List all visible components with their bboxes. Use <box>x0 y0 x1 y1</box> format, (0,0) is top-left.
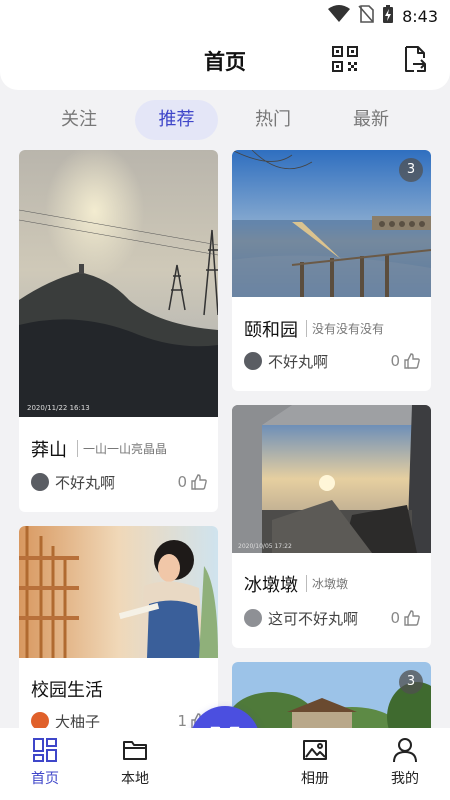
post-image <box>19 526 218 658</box>
post-subtitle <box>105 680 111 696</box>
like-count: 0 <box>177 473 187 491</box>
share-export-icon[interactable] <box>400 44 430 74</box>
post-title: 颐和园 <box>244 320 298 341</box>
nav-mine[interactable]: 我的 <box>370 736 440 788</box>
nav-label: 首页 <box>31 771 59 787</box>
tab-hot[interactable]: 热门 <box>238 100 308 140</box>
post-card[interactable]: 2020/10/05 17:22 冰墩墩 冰墩墩 这可不好丸啊 0 <box>232 405 431 648</box>
battery-charging-icon <box>382 4 394 28</box>
tab-recommend[interactable]: 推荐 <box>135 100 218 140</box>
avatar[interactable] <box>244 352 262 370</box>
post-image: 3 <box>232 150 431 297</box>
author-name[interactable]: 这可不好丸啊 <box>268 608 390 629</box>
post-image: 2020/10/05 17:22 <box>232 405 431 553</box>
photo-album-icon <box>303 740 327 760</box>
author-name[interactable]: 不好丸啊 <box>55 472 177 493</box>
post-card[interactable]: 3 颐和园 没有没有没有 不好丸啊 0 <box>232 150 431 391</box>
person-icon <box>393 738 417 763</box>
thumb-up-icon <box>404 353 420 369</box>
photo-timestamp: 2020/10/05 17:22 <box>238 543 292 550</box>
post-card[interactable]: 校园生活 大柚子 1 <box>19 526 218 746</box>
avatar[interactable] <box>31 473 49 491</box>
like-count: 0 <box>390 609 400 627</box>
author-row: 不好丸啊 0 <box>31 471 208 493</box>
tab-latest[interactable]: 最新 <box>336 100 406 140</box>
post-subtitle: 没有没有没有 <box>306 320 384 337</box>
qr-code-icon[interactable] <box>330 44 360 74</box>
nav-label: 我的 <box>391 771 419 787</box>
like-button[interactable]: 0 <box>390 609 421 627</box>
status-time: 8:43 <box>402 6 438 26</box>
nav-label: 本地 <box>121 771 149 787</box>
like-button[interactable]: 0 <box>177 473 208 491</box>
top-app-bar: 首页 <box>0 30 450 90</box>
folder-icon <box>123 741 147 760</box>
status-bar: 8:43 <box>0 0 450 30</box>
no-sim-icon <box>358 5 374 27</box>
wifi-icon <box>328 5 351 27</box>
thumb-up-icon <box>404 610 420 626</box>
like-count: 0 <box>390 352 400 370</box>
image-count-badge: 3 <box>399 670 423 694</box>
nav-local[interactable]: 本地 <box>100 736 170 788</box>
post-card[interactable]: 2020/11/22 16:13 莽山 一山一山亮晶晶 不好丸啊 0 <box>19 150 218 512</box>
nav-home[interactable]: 首页 <box>10 736 80 788</box>
bottom-navigation: 首页 本地 相册 我的 <box>0 728 450 800</box>
category-tabs: 关注 推荐 热门 最新 <box>0 98 450 142</box>
post-title: 校园生活 <box>31 680 103 701</box>
post-subtitle: 冰墩墩 <box>306 575 348 592</box>
author-name[interactable]: 不好丸啊 <box>268 351 390 372</box>
nav-label: 相册 <box>301 771 329 787</box>
avatar[interactable] <box>244 609 262 627</box>
home-grid-icon <box>33 738 57 762</box>
author-row: 这可不好丸啊 0 <box>244 607 421 629</box>
post-image: 2020/11/22 16:13 <box>19 150 218 417</box>
page-title: 首页 <box>204 50 246 74</box>
nav-album[interactable]: 相册 <box>280 736 350 788</box>
like-button[interactable]: 0 <box>390 352 421 370</box>
photo-timestamp: 2020/11/22 16:13 <box>27 404 90 412</box>
author-row: 不好丸啊 0 <box>244 350 421 372</box>
post-subtitle: 一山一山亮晶晶 <box>77 440 167 457</box>
post-title: 冰墩墩 <box>244 575 298 596</box>
thumb-up-icon <box>191 474 207 490</box>
tab-follow[interactable]: 关注 <box>44 100 114 140</box>
image-count-badge: 3 <box>399 158 423 182</box>
post-title: 莽山 <box>31 440 67 461</box>
